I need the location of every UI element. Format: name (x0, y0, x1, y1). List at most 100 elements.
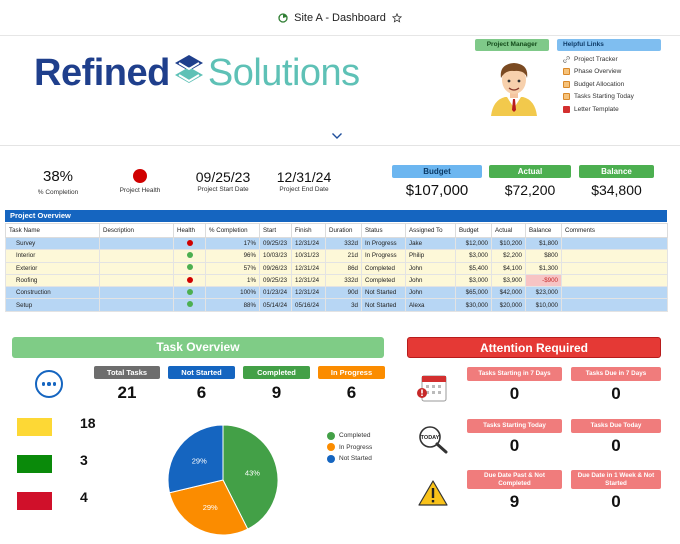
chevron-down-icon[interactable] (331, 132, 343, 140)
table-cell-desc[interactable] (99, 261, 174, 275)
table-cell-status[interactable]: Completed (361, 273, 406, 288)
table-row[interactable]: Roofing 1% 09/25/23 12/31/24 332d Completed Jo… (5, 273, 668, 288)
table-cell-balance[interactable]: $23,000 (525, 286, 562, 300)
table-cell-finish[interactable]: 12/31/24 (291, 273, 326, 288)
table-cell-budget[interactable]: $3,000 (455, 249, 492, 263)
table-cell-desc[interactable] (99, 236, 174, 251)
table-row[interactable]: Construction 100% 01/23/24 12/31/24 90d Not S… (5, 286, 668, 300)
table-cell-health[interactable] (173, 286, 206, 300)
table-cell-duration[interactable]: 332d (325, 236, 362, 251)
table-cell-actual[interactable]: $42,000 (491, 286, 526, 300)
table-cell-duration[interactable]: 3d (325, 298, 362, 312)
helpful-link-budget-allocation[interactable]: Budget Allocation (563, 78, 663, 91)
table-cell-finish[interactable]: 05/16/24 (291, 298, 326, 312)
table-cell-actual[interactable]: $3,900 (491, 273, 526, 288)
table-cell-status[interactable]: Not Started (361, 298, 406, 312)
table-cell-health[interactable] (173, 273, 206, 288)
more-options-icon[interactable] (35, 370, 63, 398)
table-cell-start[interactable]: 01/23/24 (259, 286, 292, 300)
table-cell-finish[interactable]: 12/31/24 (291, 236, 326, 251)
table-cell-comments[interactable] (561, 236, 668, 251)
table-row[interactable]: Setup 88% 05/14/24 05/16/24 3d Not Started Ale… (5, 298, 668, 312)
column-header[interactable]: Balance (525, 223, 562, 238)
table-cell-duration[interactable]: 86d (325, 261, 362, 275)
table-cell-start[interactable]: 09/25/23 (259, 273, 292, 288)
table-cell-health[interactable] (173, 236, 206, 251)
table-row[interactable]: Survey 17% 09/25/23 12/31/24 332d In Progress… (5, 236, 668, 251)
table-row[interactable]: Exterior 57% 09/26/23 12/31/24 86d Completed J… (5, 261, 668, 275)
helpful-link-label[interactable]: Budget Allocation (574, 81, 624, 88)
table-cell-comments[interactable] (561, 273, 668, 288)
column-header[interactable]: % Completion (205, 223, 260, 238)
column-header[interactable]: Description (99, 223, 174, 238)
table-cell-finish[interactable]: 12/31/24 (291, 261, 326, 275)
table-cell-budget[interactable]: $12,000 (455, 236, 492, 251)
table-cell-start[interactable]: 09/25/23 (259, 236, 292, 251)
table-cell-assigned[interactable]: John (405, 273, 456, 288)
table-cell-assigned[interactable]: Philip (405, 249, 456, 263)
table-cell-status[interactable]: Not Started (361, 286, 406, 300)
table-cell-desc[interactable] (99, 298, 174, 312)
table-cell-actual[interactable]: $20,000 (491, 298, 526, 312)
column-header[interactable]: Actual (491, 223, 526, 238)
table-cell-pct[interactable]: 96% (205, 249, 260, 263)
table-cell-pct[interactable]: 100% (205, 286, 260, 300)
table-cell-assigned[interactable]: John (405, 286, 456, 300)
table-cell-assigned[interactable]: John (405, 261, 456, 275)
table-cell-status[interactable]: In Progress (361, 236, 406, 251)
table-cell-pct[interactable]: 88% (205, 298, 260, 312)
table-cell-assigned[interactable]: Jake (405, 236, 456, 251)
table-cell-desc[interactable] (99, 249, 174, 263)
helpful-link-letter-template[interactable]: Letter Template (563, 103, 663, 116)
table-cell-finish[interactable]: 12/31/24 (291, 286, 326, 300)
table-cell-task[interactable]: Exterior (5, 261, 100, 275)
table-cell-comments[interactable] (561, 249, 668, 263)
column-header[interactable]: Duration (325, 223, 362, 238)
table-cell-task[interactable]: Setup (5, 298, 100, 312)
table-cell-budget[interactable]: $5,400 (455, 261, 492, 275)
column-header[interactable]: Assigned To (405, 223, 456, 238)
table-cell-budget[interactable]: $65,000 (455, 286, 492, 300)
table-cell-task[interactable]: Construction (5, 286, 100, 300)
favorite-star-icon[interactable] (391, 12, 403, 23)
table-cell-desc[interactable] (99, 286, 174, 300)
table-cell-balance[interactable]: -$900 (525, 273, 562, 288)
table-cell-task[interactable]: Interior (5, 249, 100, 263)
table-cell-start[interactable]: 10/03/23 (259, 249, 292, 263)
table-cell-balance[interactable]: $1,300 (525, 261, 562, 275)
table-cell-health[interactable] (173, 298, 206, 312)
column-header[interactable]: Task Name (5, 223, 100, 238)
table-cell-task[interactable]: Roofing (5, 273, 100, 288)
table-cell-desc[interactable] (99, 273, 174, 288)
column-header[interactable]: Health (173, 223, 206, 238)
table-cell-comments[interactable] (561, 261, 668, 275)
helpful-link-label[interactable]: Letter Template (574, 106, 619, 113)
table-cell-balance[interactable]: $800 (525, 249, 562, 263)
table-cell-task[interactable]: Survey (5, 236, 100, 251)
helpful-link-label[interactable]: Project Tracker (574, 56, 618, 63)
table-cell-duration[interactable]: 90d (325, 286, 362, 300)
table-cell-balance[interactable]: $1,800 (525, 236, 562, 251)
table-cell-actual[interactable]: $2,200 (491, 249, 526, 263)
table-cell-finish[interactable]: 10/31/23 (291, 249, 326, 263)
table-cell-pct[interactable]: 1% (205, 273, 260, 288)
table-cell-budget[interactable]: $3,000 (455, 273, 492, 288)
table-cell-start[interactable]: 05/14/24 (259, 298, 292, 312)
table-cell-assigned[interactable]: Alexa (405, 298, 456, 312)
column-header[interactable]: Comments (561, 223, 668, 238)
helpful-link-project-tracker[interactable]: Project Tracker (563, 53, 663, 66)
table-cell-status[interactable]: In Progress (361, 249, 406, 263)
table-cell-actual[interactable]: $4,100 (491, 261, 526, 275)
table-cell-health[interactable] (173, 261, 206, 275)
column-header[interactable]: Finish (291, 223, 326, 238)
table-cell-comments[interactable] (561, 286, 668, 300)
table-cell-budget[interactable]: $30,000 (455, 298, 492, 312)
column-header[interactable]: Status (361, 223, 406, 238)
helpful-link-label[interactable]: Tasks Starting Today (574, 93, 634, 100)
table-row[interactable]: Interior 96% 10/03/23 10/31/23 21d In Progres… (5, 249, 668, 263)
helpful-link-label[interactable]: Phase Overview (574, 68, 621, 75)
table-cell-comments[interactable] (561, 298, 668, 312)
column-header[interactable]: Start (259, 223, 292, 238)
helpful-link-tasks-starting-today[interactable]: Tasks Starting Today (563, 91, 663, 104)
table-cell-actual[interactable]: $10,200 (491, 236, 526, 251)
